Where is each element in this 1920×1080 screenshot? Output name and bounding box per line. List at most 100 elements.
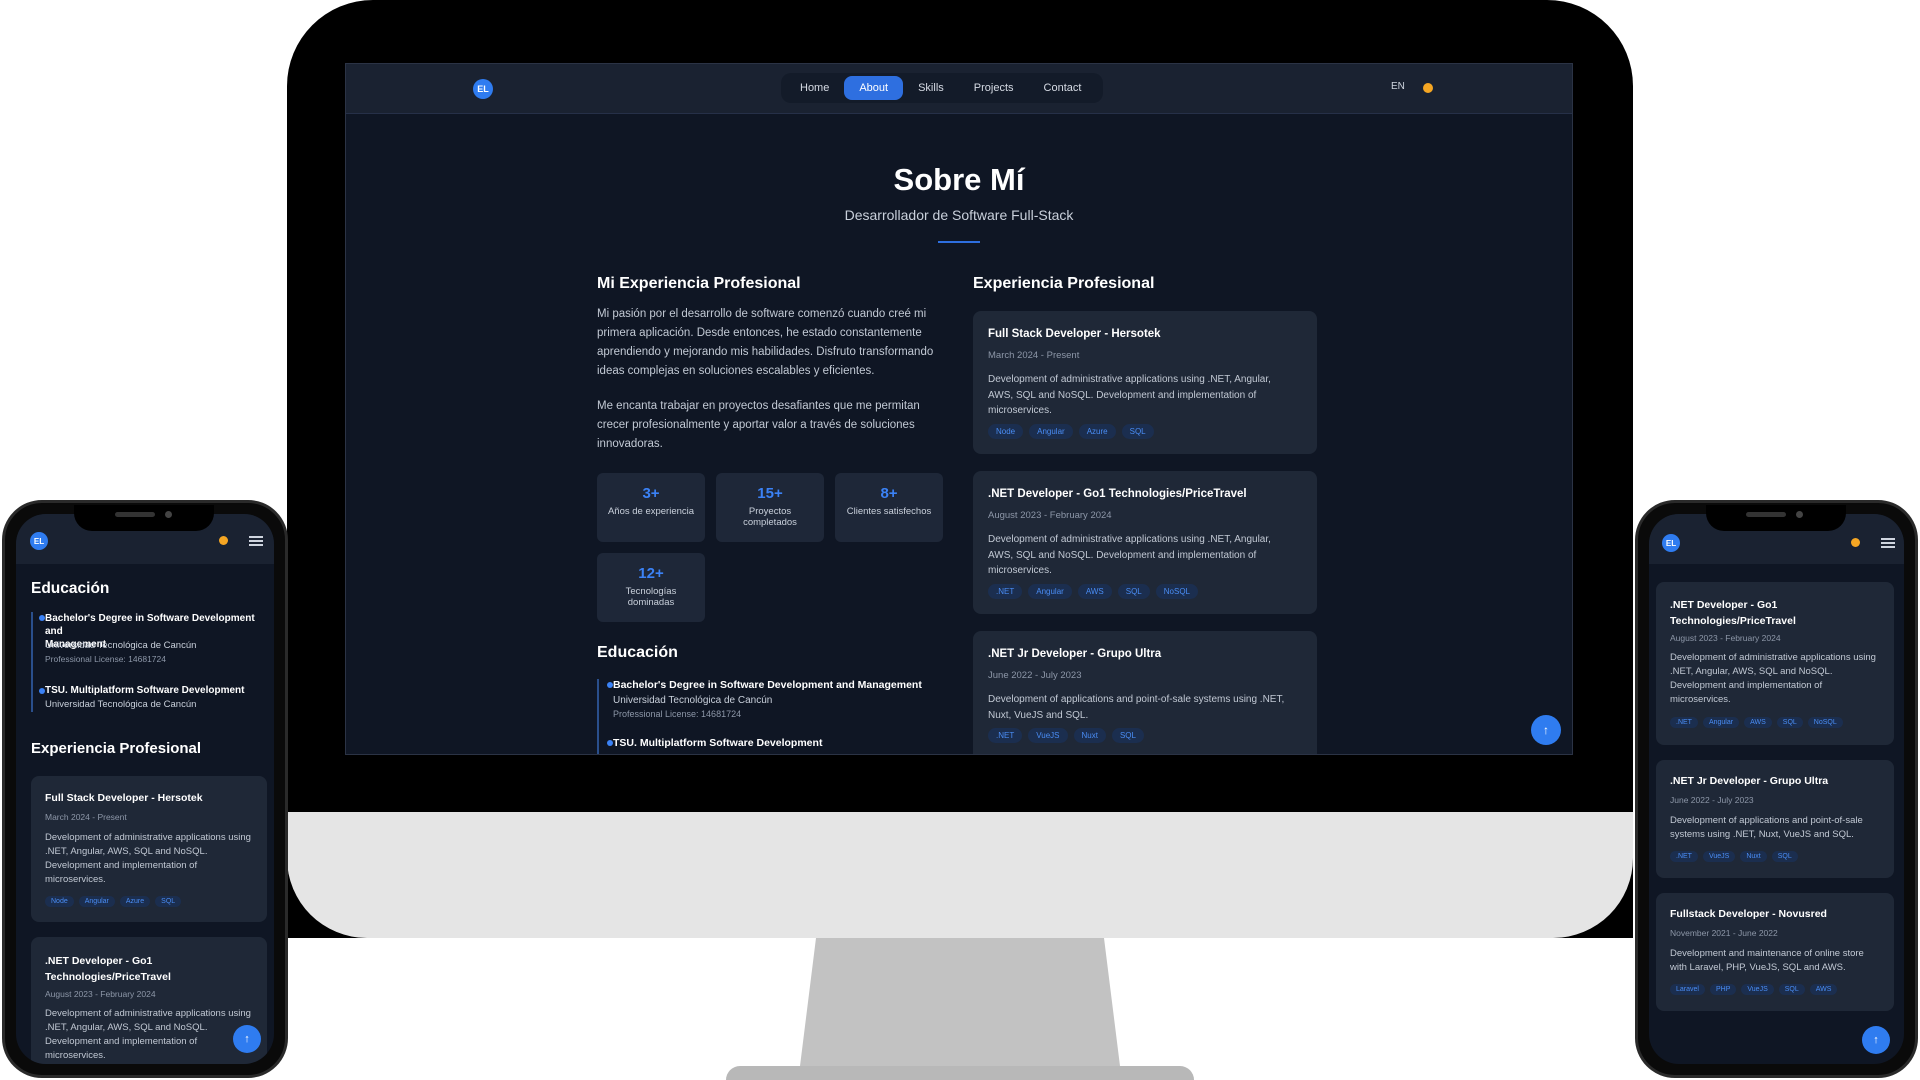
hamburger-icon[interactable] [1881, 538, 1895, 548]
nav-projects[interactable]: Projects [959, 76, 1029, 100]
phone-speaker [115, 512, 155, 517]
education-timeline: Bachelor's Degree in Software Developmen… [597, 679, 937, 754]
degree-title: TSU. Multiplatform Software Development [45, 685, 245, 696]
tag: AWS [1077, 584, 1112, 599]
job-dates: June 2022 - July 2023 [988, 670, 1082, 681]
tag: Azure [1078, 424, 1116, 439]
job-dates: November 2021 - June 2022 [1670, 928, 1778, 938]
job-title: .NET Jr Developer - Grupo Ultra [1670, 775, 1829, 787]
job-tags: .NET VueJS Nuxt SQL [988, 728, 1144, 743]
nav-home[interactable]: Home [785, 76, 844, 100]
job-title: .NET Developer - Go1 Technologies/PriceTr… [45, 955, 171, 983]
nav-contact[interactable]: Contact [1029, 76, 1097, 100]
nav-about[interactable]: About [844, 76, 904, 100]
desktop-screen: EL Home About Skills Projects Contact EN… [345, 63, 1573, 755]
phone-speaker [1746, 512, 1786, 517]
intro-paragraph-2: Me encanta trabajar en proyectos desafia… [597, 400, 920, 450]
job-title: Full Stack Developer - Hersotek [45, 792, 203, 804]
job-description: Development of administrative applicatio… [45, 1008, 251, 1061]
tag: SQL [1778, 984, 1805, 995]
tag: Azure [119, 896, 151, 907]
jobs-heading: Experiencia Profesional [973, 275, 1155, 292]
phone-notch [1706, 505, 1846, 531]
scroll-top-button[interactable]: ↑ [1531, 715, 1561, 745]
job-description: Development of administrative applicatio… [988, 374, 1271, 416]
job-tags: .NET Angular AWS SQL NoSQL [1670, 717, 1843, 728]
page-subtitle: Desarrollador de Software Full-Stack [844, 207, 1074, 223]
stat-card: 8+ Clientes satisfechos [835, 473, 943, 542]
job-card: .NET Developer - Go1 Technologies/PriceTr… [1656, 582, 1894, 745]
tag: PHP [1709, 984, 1737, 995]
degree-title: Bachelor's Degree in Software Developmen… [613, 679, 922, 691]
tag: .NET [988, 584, 1023, 599]
phone-camera [1796, 511, 1803, 518]
job-title: Fullstack Developer - Novusred [1670, 908, 1827, 920]
scroll-top-button[interactable]: ↑ [1862, 1026, 1890, 1054]
tag: Nuxt [1740, 851, 1767, 862]
scroll-top-button[interactable]: ↑ [233, 1025, 261, 1053]
tag: .NET [988, 728, 1023, 743]
job-dates: June 2022 - July 2023 [1670, 795, 1754, 805]
language-toggle[interactable]: EN [1391, 81, 1405, 92]
nav-skills[interactable]: Skills [903, 76, 959, 100]
phone-camera [165, 511, 172, 518]
tag: SQL [155, 896, 182, 907]
education-heading: Educación [31, 580, 110, 597]
tag: Laravel [1670, 984, 1705, 995]
arrow-up-icon: ↑ [1543, 723, 1549, 737]
tag: SQL [1117, 584, 1150, 599]
jobs-heading: Experiencia Profesional [31, 740, 202, 757]
nav-menu: Home About Skills Projects Contact [781, 73, 1103, 103]
logo-icon[interactable]: EL [1662, 534, 1680, 552]
tag: Nuxt [1073, 728, 1106, 743]
tag: AWS [1809, 984, 1838, 995]
job-card: .NET Developer - Go1 Technologies/PriceTr… [31, 937, 267, 1064]
education-heading: Educación [597, 644, 678, 661]
logo-icon[interactable]: EL [473, 79, 493, 99]
job-dates: March 2024 - Present [45, 812, 127, 822]
logo-icon[interactable]: EL [30, 532, 48, 550]
navbar: EL Home About Skills Projects Contact EN [346, 64, 1572, 114]
degree-school: Universidad Tecnológica de Cancún [45, 699, 197, 710]
tag: Angular [1702, 717, 1740, 728]
hamburger-icon[interactable] [249, 536, 263, 546]
stat-card: 12+ Tecnologías dominadas [597, 553, 705, 622]
tag: SQL [1771, 851, 1798, 862]
sun-icon[interactable] [1423, 83, 1433, 93]
tag: Node [988, 424, 1024, 439]
degree-school: Universidad Tecnológica de Cancún [45, 640, 197, 651]
title-underline [938, 241, 980, 243]
tag: VueJS [1741, 984, 1774, 995]
tag: .NET [1670, 851, 1698, 862]
job-dates: August 2023 - February 2024 [988, 510, 1112, 521]
job-dates: March 2024 - Present [988, 350, 1080, 361]
experience-intro-heading: Mi Experiencia Profesional [597, 275, 801, 292]
monitor-stand-neck [800, 938, 1120, 1066]
tag: VueJS [1028, 728, 1068, 743]
job-card: Full Stack Developer - Hersotek March 20… [973, 311, 1317, 454]
job-tags: .NET Angular AWS SQL NoSQL [988, 584, 1198, 599]
job-description: Development and maintenance of online st… [1670, 948, 1864, 973]
tag: NoSQL [1155, 584, 1198, 599]
phone-left: EL Educación Bachelor's Degree in Softwa… [2, 500, 288, 1078]
job-tags: Laravel PHP VueJS SQL AWS [1670, 984, 1838, 995]
tag: .NET [1670, 717, 1698, 728]
tag: AWS [1744, 717, 1772, 728]
tag: SQL [1121, 424, 1154, 439]
phone-notch [74, 505, 214, 531]
job-card: .NET Jr Developer - Grupo Ultra June 202… [1656, 760, 1894, 878]
job-title: .NET Developer - Go1 Technologies/PriceTr… [1670, 599, 1796, 627]
job-description: Development of applications and point-of… [1670, 815, 1863, 840]
education-timeline: Bachelor's Degree in Software Developmen… [31, 612, 271, 712]
job-tags: Node Angular Azure SQL [45, 896, 182, 907]
tag: Angular [1028, 584, 1072, 599]
tag: SQL [1111, 728, 1144, 743]
monitor-chin [287, 812, 1633, 938]
job-tags: Node Angular Azure SQL [988, 424, 1154, 439]
sun-icon[interactable] [219, 536, 228, 545]
intro-paragraph-1: Mi pasión por el desarrollo de software … [597, 308, 934, 377]
tag: Node [45, 896, 74, 907]
sun-icon[interactable] [1851, 538, 1860, 547]
job-dates: August 2023 - February 2024 [1670, 633, 1781, 643]
phone-right-screen: EL .NET Developer - Go1 Technologies/Pric… [1649, 514, 1904, 1064]
